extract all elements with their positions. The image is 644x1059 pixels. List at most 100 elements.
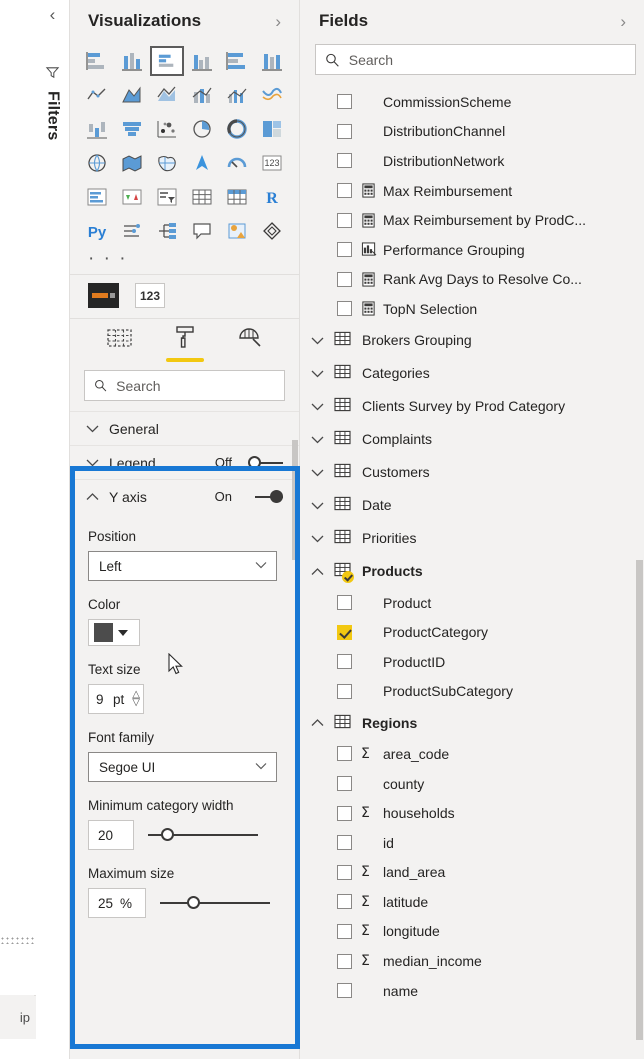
- field-list-item[interactable]: Σland_area: [301, 858, 644, 888]
- format-pane-scrollbar[interactable]: [291, 440, 299, 560]
- chevron-down-icon[interactable]: [309, 366, 325, 381]
- numeric-range-visual-thumbnail[interactable]: 123: [135, 283, 165, 308]
- gauge-chart-icon[interactable]: [219, 148, 254, 178]
- stepper-arrows[interactable]: △ ▽: [132, 690, 140, 708]
- field-checkbox[interactable]: [337, 654, 352, 670]
- page-tab[interactable]: ip: [0, 995, 34, 1039]
- field-checkbox[interactable]: [337, 894, 352, 910]
- filled-map-icon[interactable]: [115, 148, 150, 178]
- hundred-percent-stacked-column-chart-icon[interactable]: [254, 46, 289, 76]
- filters-pane-collapsed[interactable]: ‹ Filters: [36, 0, 70, 1059]
- field-checkbox[interactable]: [337, 94, 352, 110]
- decomposition-tree-icon[interactable]: [150, 216, 185, 246]
- font-family-dropdown[interactable]: Segoe UI: [88, 752, 277, 782]
- text-size-stepper[interactable]: 9 pt △ ▽: [88, 684, 144, 714]
- chevron-down-icon[interactable]: [309, 531, 325, 546]
- field-list-item[interactable]: Σlatitude: [301, 887, 644, 917]
- chevron-down-icon[interactable]: [309, 432, 325, 447]
- color-picker-button[interactable]: [88, 619, 140, 646]
- chevron-down-icon[interactable]: [309, 399, 325, 414]
- maximum-size-slider[interactable]: [160, 896, 270, 910]
- stacked-column-chart-icon[interactable]: [115, 46, 150, 76]
- field-list-item[interactable]: Product: [301, 588, 644, 618]
- field-checkbox[interactable]: [337, 805, 352, 821]
- slider-thumb[interactable]: [160, 828, 174, 841]
- chevron-down-icon[interactable]: [309, 498, 325, 513]
- funnel-chart-icon[interactable]: [115, 114, 150, 144]
- smart-narrative-icon[interactable]: [219, 216, 254, 246]
- field-checkbox[interactable]: [337, 301, 352, 317]
- stacked-area-chart-icon[interactable]: [150, 80, 185, 110]
- shape-map-icon[interactable]: [150, 148, 185, 178]
- field-checkbox[interactable]: [337, 746, 352, 762]
- format-section-general[interactable]: General: [70, 411, 299, 445]
- field-list-item[interactable]: id: [301, 828, 644, 858]
- minimum-category-width-input[interactable]: 20: [88, 820, 134, 850]
- field-list-item[interactable]: Σhouseholds: [301, 798, 644, 828]
- field-list-item[interactable]: Σlongitude: [301, 917, 644, 947]
- format-search-box[interactable]: [84, 370, 285, 401]
- maximum-size-input[interactable]: 25 %: [88, 888, 146, 918]
- format-search-input[interactable]: [116, 377, 275, 394]
- chevron-up-icon[interactable]: [309, 564, 325, 579]
- table-group-row[interactable]: Date: [301, 489, 644, 522]
- field-checkbox[interactable]: [337, 242, 352, 258]
- matrix-icon[interactable]: [219, 182, 254, 212]
- stepper-down-icon[interactable]: ▽: [132, 698, 140, 708]
- qna-visual-icon[interactable]: [184, 216, 219, 246]
- table-group-row[interactable]: Complaints: [301, 423, 644, 456]
- azure-map-icon[interactable]: [184, 148, 219, 178]
- more-visuals-button[interactable]: · · ·: [70, 246, 299, 274]
- slicer-icon[interactable]: [150, 182, 185, 212]
- table-group-row[interactable]: Categories: [301, 357, 644, 390]
- key-influencers-icon[interactable]: [115, 216, 150, 246]
- field-list-item[interactable]: name: [301, 976, 644, 1006]
- position-dropdown[interactable]: Left: [88, 551, 277, 581]
- field-list-item[interactable]: TopN Selection: [301, 294, 644, 324]
- format-section-y-axis[interactable]: Y axis On: [70, 479, 299, 513]
- table-group-row[interactable]: Priorities: [301, 522, 644, 555]
- field-list-item[interactable]: Rank Avg Days to Resolve Co...: [301, 265, 644, 295]
- format-section-legend[interactable]: Legend Off: [70, 445, 299, 479]
- field-checkbox[interactable]: [337, 776, 352, 792]
- slider-thumb[interactable]: [186, 896, 200, 909]
- field-list-item[interactable]: DistributionChannel: [301, 117, 644, 147]
- field-checkbox[interactable]: [337, 983, 352, 999]
- clustered-column-chart-icon[interactable]: [184, 46, 219, 76]
- multi-row-card-icon[interactable]: [80, 182, 115, 212]
- map-icon[interactable]: [80, 148, 115, 178]
- chevron-left-icon[interactable]: ‹: [36, 6, 70, 23]
- treemap-icon[interactable]: [254, 114, 289, 144]
- field-checkbox[interactable]: [337, 595, 352, 611]
- field-checkbox[interactable]: [337, 183, 352, 199]
- fields-search-box[interactable]: [315, 44, 636, 75]
- field-checkbox[interactable]: [337, 153, 352, 169]
- pie-chart-icon[interactable]: [184, 114, 219, 144]
- card-icon[interactable]: 123: [254, 148, 289, 178]
- donut-chart-icon[interactable]: [219, 114, 254, 144]
- waterfall-chart-icon[interactable]: [80, 114, 115, 144]
- field-checkbox[interactable]: [337, 123, 352, 139]
- custom-visual-thumbnail[interactable]: [88, 283, 119, 308]
- field-checkbox[interactable]: [337, 835, 352, 851]
- table-icon[interactable]: [184, 182, 219, 212]
- field-list-item[interactable]: county: [301, 769, 644, 799]
- field-checkbox[interactable]: [337, 864, 352, 880]
- table-group-row[interactable]: Clients Survey by Prod Category: [301, 390, 644, 423]
- ribbon-chart-icon[interactable]: [254, 80, 289, 110]
- line-and-clustered-column-chart-icon[interactable]: [219, 80, 254, 110]
- stacked-bar-chart-icon[interactable]: [80, 46, 115, 76]
- field-checkbox[interactable]: [337, 683, 352, 699]
- field-checkbox[interactable]: [337, 212, 352, 228]
- kpi-icon[interactable]: [115, 182, 150, 212]
- minimum-category-width-slider[interactable]: [148, 828, 258, 842]
- field-checkbox[interactable]: [337, 923, 352, 939]
- table-group-row[interactable]: Regions: [301, 706, 644, 739]
- chevron-down-icon[interactable]: [309, 465, 325, 480]
- table-group-row[interactable]: Brokers Grouping: [301, 324, 644, 357]
- field-checkbox[interactable]: [337, 953, 352, 969]
- field-checkbox-checked[interactable]: [337, 624, 352, 640]
- table-group-row[interactable]: Products: [301, 555, 644, 588]
- field-list-item[interactable]: Max Reimbursement: [301, 176, 644, 206]
- line-and-stacked-column-chart-icon[interactable]: [184, 80, 219, 110]
